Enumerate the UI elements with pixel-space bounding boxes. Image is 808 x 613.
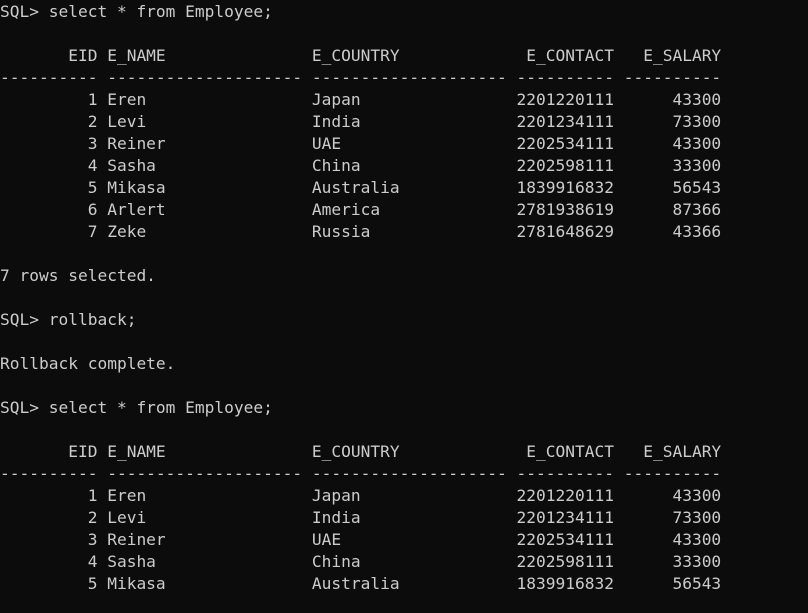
table-header: EID E_NAME E_COUNTRY E_CONTACT E_SALARY xyxy=(0,442,722,461)
table-separator: ---------- -------------------- --------… xyxy=(0,68,722,87)
table-header: EID E_NAME E_COUNTRY E_CONTACT E_SALARY xyxy=(0,46,722,65)
table-row: 5 Mikasa Australia 1839916832 56543 xyxy=(0,574,722,593)
table-row: 3 Reiner UAE 2202534111 43300 xyxy=(0,530,722,549)
table-row: 1 Eren Japan 2201220111 43300 xyxy=(0,90,722,109)
sql-command: SQL> rollback; xyxy=(0,310,137,329)
rows-selected-message: 7 rows selected. xyxy=(0,266,156,285)
table-row: 7 Zeke Russia 2781648629 43366 xyxy=(0,222,722,241)
table-separator: ---------- -------------------- --------… xyxy=(0,464,722,483)
table-row: 4 Sasha China 2202598111 33300 xyxy=(0,156,722,175)
table-row: 1 Eren Japan 2201220111 43300 xyxy=(0,486,722,505)
table-row: 2 Levi India 2201234111 73300 xyxy=(0,112,722,131)
table-row: 6 Arlert America 2781938619 87366 xyxy=(0,200,722,219)
table-row: 3 Reiner UAE 2202534111 43300 xyxy=(0,134,722,153)
table-row: 5 Mikasa Australia 1839916832 56543 xyxy=(0,178,722,197)
table-row: 2 Levi India 2201234111 73300 xyxy=(0,508,722,527)
rollback-message: Rollback complete. xyxy=(0,354,176,373)
sql-command: SQL> select * from Employee; xyxy=(0,2,273,21)
sql-command: SQL> select * from Employee; xyxy=(0,398,273,417)
table-row: 4 Sasha China 2202598111 33300 xyxy=(0,552,722,571)
terminal-window[interactable]: SQL> select * from Employee; EID E_NAME … xyxy=(0,0,808,613)
